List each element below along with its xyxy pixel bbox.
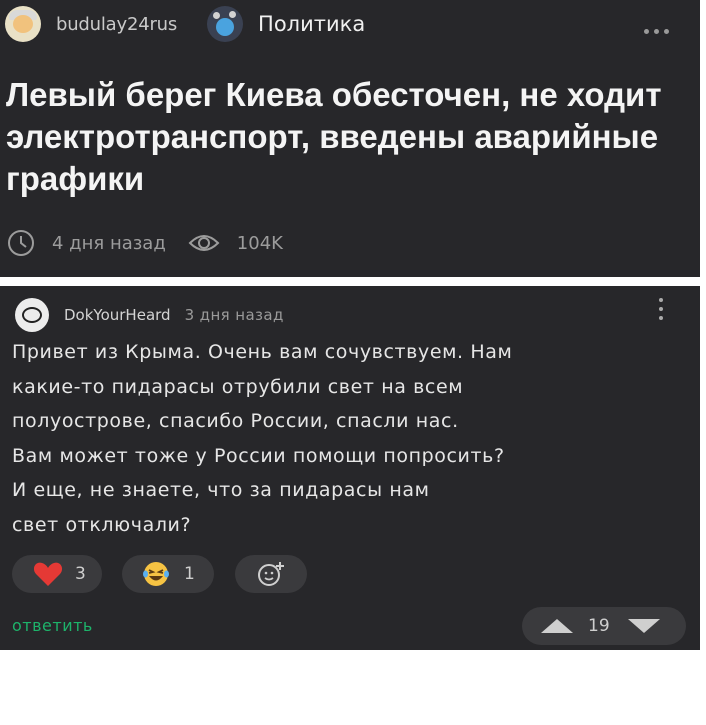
comment-line: Привет из Крыма. Очень вам сочувствуем. … [12,341,513,363]
laugh-reaction-button[interactable]: 1 [122,555,214,593]
community-name[interactable]: Политика [258,12,365,36]
heart-count: 3 [75,564,86,584]
vote-score: 19 [588,616,610,636]
reply-button[interactable]: ответить [12,616,93,635]
post-author-name[interactable]: budulay24rus [56,14,177,35]
community-avatar[interactable] [207,6,244,42]
post-header: budulay24rus Политика [5,6,365,42]
post-card: budulay24rus Политика Левый берег Киева … [0,0,700,277]
downvote-icon[interactable] [627,618,661,634]
reactions-bar: 3 1 [12,555,307,593]
upvote-icon[interactable] [540,618,574,634]
post-meta: 4 дня назад 104K [6,228,283,258]
add-reaction-button[interactable] [235,555,307,593]
comment-line: И еще, не знаете, что за пидарасы нам [12,479,430,501]
comment-line: полуострове, спасибо России, спасли нас. [12,410,459,432]
comment-author-name[interactable]: DokYourHeard [64,306,171,324]
more-vertical-icon[interactable] [659,298,665,325]
eye-icon [188,235,220,251]
comment-text: Привет из Крыма. Очень вам сочувствуем. … [12,335,692,542]
more-horizontal-icon[interactable] [644,19,674,38]
post-time: 4 дня назад [52,232,166,254]
comment-line: Вам может тоже у России помощи попросить… [12,444,505,467]
add-reaction-icon [258,562,284,586]
heart-icon [33,562,63,586]
vote-control: 19 [522,607,686,645]
post-author-avatar[interactable] [5,6,41,42]
heart-reaction-button[interactable]: 3 [12,555,102,593]
comment-line: свет отключали? [12,513,192,536]
comment-time: 3 дня назад [184,306,284,324]
comment-card: DokYourHeard 3 дня назад Привет из Крыма… [0,286,700,650]
laughing-emoji-icon [143,562,169,586]
post-views: 104K [236,232,283,254]
post-title[interactable]: Левый берег Киева обесточен, не ходит эл… [6,74,686,200]
comment-line: какие-то пидарасы отрубили свет на всем [12,375,464,398]
comment-header: DokYourHeard 3 дня назад [15,298,284,332]
laugh-count: 1 [184,564,195,584]
clock-icon [8,230,34,256]
comment-author-avatar[interactable] [15,298,49,332]
